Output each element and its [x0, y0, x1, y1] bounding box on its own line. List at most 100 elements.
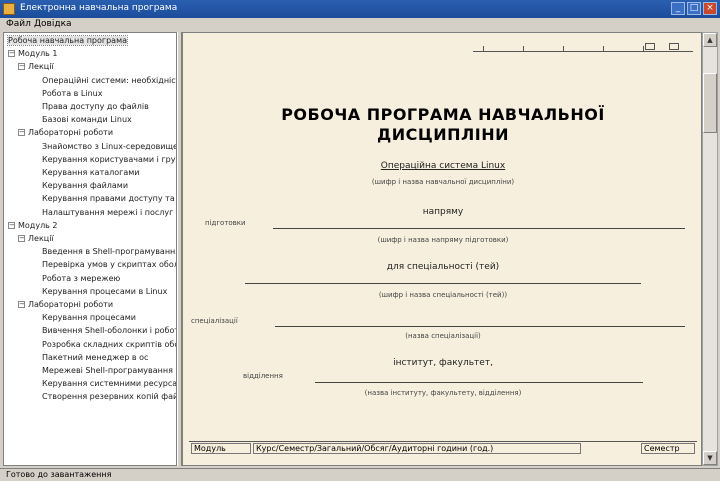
tree-item[interactable]: Керування файлами [42, 180, 128, 192]
tree-item-label: Налаштування мережі і послуг д [42, 207, 177, 217]
direction-caption: (шифр і назва напряму підготовки) [377, 236, 509, 244]
tree-item-label: Введення в Shell-програмування [42, 247, 177, 257]
document-title-line1: РОБОЧА ПРОГРАМА НАВЧАЛЬНОЇ [281, 105, 605, 124]
navigation-tree[interactable]: Робоча навчальна програма − Модуль 1− Лекці… [3, 32, 177, 466]
menu-file[interactable]: Файл [6, 19, 31, 29]
document-view: РОБОЧА ПРОГРАМА НАВЧАЛЬНОЇ ДИСЦИПЛІНИ Оп… [182, 32, 702, 466]
tree-item[interactable]: Перевірка умов у скриптах оболонк [42, 259, 176, 271]
tree-item[interactable]: − Лекції [18, 61, 54, 73]
specialty-line [245, 283, 641, 284]
tree-item[interactable]: Вивчення Shell-оболонки і роботи з [42, 325, 177, 337]
department-line [315, 382, 643, 383]
window-title: Електронна навчальна програма [20, 3, 178, 13]
institute-value: інститут, факультет, [393, 358, 493, 368]
tree-item-label: Лекції [28, 234, 54, 243]
tree-item[interactable]: Робота в Linux [42, 88, 102, 100]
tree-item-label: Робота в Linux [42, 88, 103, 98]
vertical-scrollbar[interactable]: ▲ ▼ [702, 32, 718, 466]
tree-item[interactable]: Налаштування мережі і послуг д [42, 207, 177, 219]
tree-item[interactable]: Керування процесами [42, 312, 136, 324]
specialization-label: спеціалізації [191, 317, 238, 325]
footer-cell-semester: Семестр [641, 443, 695, 454]
specialty-value: для спеціальності (тей) [386, 262, 500, 272]
specialization-line [275, 326, 685, 327]
scroll-down-icon[interactable]: ▼ [703, 451, 717, 465]
status-bar: Готово до завантаження [0, 468, 720, 481]
footer-cell-course: Курс/Семестр/Загальний/Обсяг/Аудиторні г… [253, 443, 581, 454]
tree-item[interactable]: Робоча навчальна програма [6, 35, 129, 47]
direction-label: підготовки [205, 219, 246, 227]
tree-item-label: Керування системними ресурсами [42, 379, 177, 389]
tree-item[interactable]: Введення в Shell-програмування [42, 246, 177, 258]
tree-item-label: Вивчення Shell-оболонки і роботи з [42, 326, 177, 336]
tree-item-label: Керування файлами [42, 181, 129, 191]
tree-item-label: Керування правами доступу та влас [42, 194, 176, 204]
status-text: Готово до завантаження [6, 470, 112, 479]
tree-item-label: Керування каталогами [42, 168, 140, 177]
tree-item[interactable]: Керування каталогами [42, 167, 140, 179]
tree-expander-icon[interactable]: − [18, 129, 25, 137]
tree-item-label: Перевірка умов у скриптах оболонк [42, 260, 176, 270]
tree-item-label: Керування користувачами і груп [42, 154, 177, 164]
ruler-marker[interactable] [645, 43, 655, 50]
tree-item[interactable]: − Лекції [18, 233, 54, 245]
tree-item[interactable]: Робота з мережею [42, 273, 120, 285]
discipline-name: Операційна система Linux [380, 161, 506, 171]
tree-item[interactable]: Операційні системи: необхідність [42, 75, 176, 87]
tree-item-label: Розробка складних скриптів оболонки [42, 339, 176, 349]
tree-item-label: Керування процесами в Linux [42, 286, 168, 296]
tree-item-label: Мережеві Shell-програмування [42, 366, 173, 375]
direction-line [273, 228, 685, 229]
tree-item[interactable]: − Модуль 2 [8, 220, 58, 232]
tree-item[interactable]: Керування системними ресурсами [42, 378, 177, 390]
tree-item[interactable]: Пакетний менеджер в ос [42, 352, 148, 364]
maximize-button[interactable]: □ [687, 2, 701, 15]
tree-item[interactable]: − Лабораторні роботи [18, 299, 113, 311]
tree-expander-icon[interactable]: − [18, 301, 25, 308]
tree-item[interactable]: Керування процесами в Linux [42, 286, 167, 298]
discipline-caption: (шифр і назва навчальної дисципліни) [371, 178, 515, 186]
tree-item-label: Базові команди Linux [42, 115, 132, 125]
tree-item-label: Робота з мережею [42, 273, 121, 283]
close-button[interactable]: × [703, 2, 717, 15]
tree-item-label: Керування процесами [42, 313, 136, 323]
tree-item-label: Створення резервних копій файлів в с [42, 392, 177, 402]
tree-expander-icon[interactable]: − [8, 50, 15, 58]
ruler-marker[interactable] [669, 43, 679, 50]
tree-item[interactable]: Керування правами доступу та влас [42, 193, 176, 205]
tree-item[interactable]: Розробка складних скриптів оболонки [42, 339, 176, 351]
scroll-up-icon[interactable]: ▲ [703, 33, 717, 47]
tree-item-label: Модуль 1 [18, 49, 58, 59]
tree-item[interactable]: Знайомство з Linux-середовищем [42, 141, 177, 153]
direction-value: напряму [422, 207, 464, 217]
tree-item-label: Лабораторні роботи [28, 300, 114, 309]
tree-item[interactable]: − Модуль 1 [8, 48, 58, 60]
menu-bar: Файл Довідка [0, 18, 720, 31]
table-header-row: Модуль Курс/Семестр/Загальний/Обсяг/Ауди… [189, 441, 697, 456]
tree-item-label: Пакетний менеджер в ос [42, 352, 149, 362]
tree-item[interactable]: Мережеві Shell-програмування [42, 365, 173, 377]
document-title-line2: ДИСЦИПЛІНИ [376, 125, 510, 144]
app-icon [3, 3, 15, 15]
tree-item-label: Права доступу до файлів [42, 102, 149, 111]
tree-item-label: Модуль 2 [18, 220, 58, 230]
tree-expander-icon[interactable]: − [18, 63, 25, 71]
minimize-button[interactable]: _ [671, 2, 685, 15]
tree-item[interactable]: Керування користувачами і груп [42, 154, 177, 166]
specialty-caption: (шифр і назва спеціальності (тей)) [378, 291, 508, 299]
tree-item[interactable]: Базові команди Linux [42, 114, 132, 126]
tree-item-label: Лабораторні роботи [28, 128, 114, 138]
tree-item[interactable]: − Лабораторні роботи [18, 127, 113, 139]
tree-item-label: Знайомство з Linux-середовищем [42, 141, 177, 151]
tree-item[interactable]: Права доступу до файлів [42, 101, 149, 113]
department-label: відділення [243, 372, 283, 380]
tree-expander-icon[interactable]: − [18, 235, 25, 242]
scroll-thumb[interactable] [703, 73, 717, 133]
footer-cell-module: Модуль [191, 443, 251, 454]
tree-expander-icon[interactable]: − [8, 221, 15, 229]
specialization-caption: (назва спеціалізації) [405, 332, 481, 340]
tree-item[interactable]: Створення резервних копій файлів в с [42, 391, 177, 403]
menu-help[interactable]: Довідка [34, 19, 72, 29]
tree-item-label: Робоча навчальна програма [6, 35, 129, 46]
ruler [473, 43, 693, 52]
